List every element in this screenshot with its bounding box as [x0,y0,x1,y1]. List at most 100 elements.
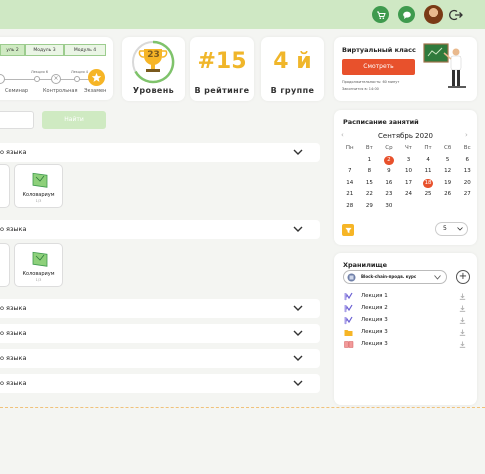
weekday-label: Чт [405,145,412,151]
calendar-month: Сентябрь 2020 [378,132,433,140]
lesson-tile[interactable]: Коловариум 1/3 [14,243,63,287]
page-size-value: 5 [443,225,447,232]
timeline-node[interactable] [74,76,80,82]
divider [0,407,485,408]
weekday-label: Сб [444,145,452,151]
calendar-day[interactable]: 1 [360,156,380,166]
group-value: 4 й [273,49,312,74]
subject-accordion[interactable]: о языка [0,143,320,162]
file-name[interactable]: Лекция 3 [361,329,388,335]
download-icon[interactable] [459,341,466,348]
calendar-day[interactable]: 11 [418,167,438,177]
tab-module-3[interactable]: Модуль 3 [25,44,64,56]
file-name[interactable]: Лекция 3 [361,341,388,347]
calendar-day[interactable]: 2 [384,155,394,165]
folder-icon [344,330,353,336]
subject-accordion[interactable]: о языка [0,324,320,343]
subject-title: о языка [0,225,27,233]
chevron-up-icon[interactable] [293,148,303,156]
page-size-select[interactable]: 5 [435,222,468,236]
calendar-day[interactable]: 19 [438,179,458,189]
calendar-day[interactable]: 3 [399,156,419,166]
lesson-chart-icon [32,172,48,188]
calendar-day[interactable]: 5 [438,156,458,166]
chevron-up-icon[interactable] [293,225,303,233]
download-icon[interactable] [459,305,466,312]
storage-card: Хранилище Block-chain-продв. курс + Лекц… [334,253,477,405]
calendar-day[interactable]: 20 [457,179,477,189]
chevron-down-icon[interactable] [293,329,303,337]
group-card[interactable]: 4 й В группе [261,37,324,101]
subject-accordion[interactable]: о языка [0,374,320,393]
filter-icon[interactable] [342,224,354,236]
calendar-day[interactable]: 25 [418,190,438,200]
search-button[interactable]: Найти [42,111,106,129]
cart-icon[interactable] [372,6,389,23]
tab-module-4[interactable]: Модуль 4 [64,44,106,56]
file-name[interactable]: Лекция 1 [361,293,388,299]
calendar-day[interactable]: 26 [438,190,458,200]
rating-label: В рейтинге [194,86,250,95]
calendar-day[interactable]: 10 [399,167,419,177]
calendar-day[interactable]: 18 [423,178,433,188]
calendar-day[interactable]: 6 [457,156,477,166]
subject-accordion[interactable]: о языка [0,349,320,368]
chevron-down-icon[interactable] [293,379,303,387]
file-name[interactable]: Лекция 3 [361,317,388,323]
chevron-down-icon[interactable] [293,354,303,362]
calendar-day[interactable]: 30 [379,202,399,212]
download-icon[interactable] [459,293,466,300]
timeline-node[interactable] [34,76,40,82]
weekday-label: Пн [345,145,354,151]
file-name[interactable]: Лекция 2 [361,305,388,311]
avatar[interactable] [424,5,443,24]
calendar-day[interactable]: 12 [438,167,458,177]
calendar-day[interactable]: 21 [340,190,360,200]
calendar-day[interactable]: 24 [399,190,419,200]
logout-icon[interactable] [449,8,463,22]
calendar-day[interactable]: 7 [340,167,360,177]
calendar-day[interactable]: 22 [360,190,380,200]
calendar-day[interactable]: 14 [340,179,360,189]
lesson-count: 1/3 [35,199,42,203]
chart-file-icon [344,304,353,313]
subject-title: о языка [0,304,27,312]
lesson-chart-icon [32,251,48,267]
subject-title: о языка [0,354,27,362]
calendar-day[interactable]: 29 [360,202,380,212]
level-card[interactable]: 23 Уровень [122,37,185,101]
calendar-day[interactable]: 8 [360,167,380,177]
calendar-day[interactable]: 9 [379,167,399,177]
subject-accordion[interactable]: о языка [0,220,320,239]
next-month-icon[interactable]: › [465,131,468,139]
lesson-tile[interactable] [0,243,10,287]
rating-value: #15 [197,49,247,74]
rating-card[interactable]: #15 В рейтинге [190,37,254,101]
calendar-day[interactable]: 13 [457,167,477,177]
download-icon[interactable] [459,329,466,336]
calendar-day[interactable]: 28 [340,202,360,212]
lesson-tile[interactable]: Коловариум 1/3 [14,164,63,208]
search-input[interactable] [0,111,34,129]
tab-module-2[interactable]: уль 2 [0,44,25,56]
exam-star-icon[interactable] [88,69,105,86]
course-select[interactable]: Block-chain-продв. курс [343,270,447,284]
download-icon[interactable] [459,317,466,324]
calendar-day[interactable]: 27 [457,190,477,200]
calendar-day[interactable]: 23 [379,190,399,200]
chat-icon[interactable] [398,6,415,23]
lesson-tile[interactable] [0,164,10,208]
calendar-day[interactable]: 4 [418,156,438,166]
step-seminar: Семинар [5,88,29,94]
watch-button[interactable]: Смотреть [342,59,415,75]
lesson-name: Коловариум [22,271,55,277]
timeline-small-label: Лекция 4 [71,70,89,74]
calendar-day[interactable]: 16 [379,179,399,189]
chevron-down-icon[interactable] [293,304,303,312]
course-select-value: Block-chain-продв. курс [361,274,417,279]
calendar-day[interactable]: 15 [360,179,380,189]
subject-accordion[interactable]: о языка [0,299,320,318]
timeline-node-failed[interactable]: × [51,74,61,84]
calendar-day[interactable]: 17 [399,179,419,189]
add-file-button[interactable]: + [456,270,470,284]
